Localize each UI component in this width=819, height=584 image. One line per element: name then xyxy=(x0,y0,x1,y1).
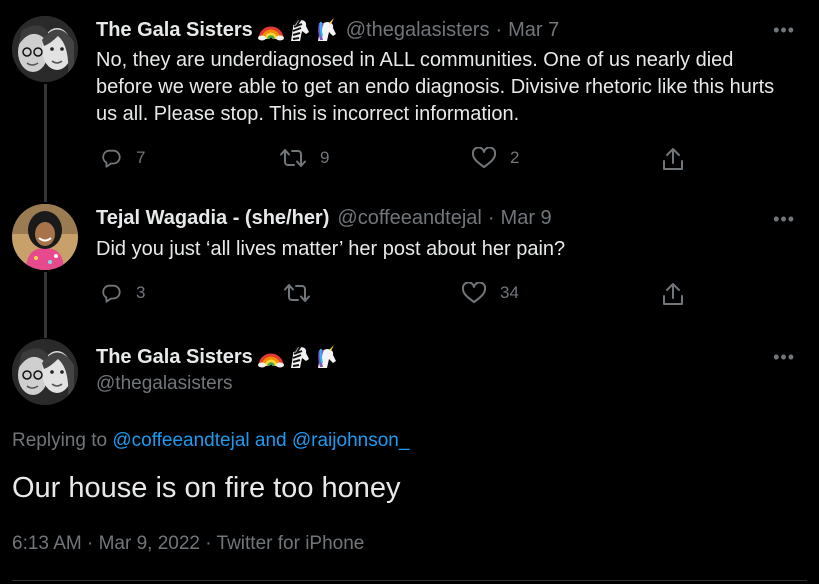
display-name[interactable]: The Gala Sisters xyxy=(96,346,253,369)
share-button[interactable] xyxy=(662,147,684,171)
handle[interactable]: @thegalasisters xyxy=(346,19,490,42)
focused-header: The Gala Sisters xyxy=(96,345,338,369)
avatar[interactable] xyxy=(12,204,78,270)
timestamp[interactable]: Mar 7 xyxy=(508,19,559,42)
reply-count: 7 xyxy=(136,148,146,167)
unicorn-emoji-icon xyxy=(312,18,338,42)
display-name[interactable]: Tejal Wagadia - (she/her) xyxy=(96,207,329,230)
rainbow-emoji-icon xyxy=(257,19,284,41)
share-button[interactable] xyxy=(662,282,684,306)
reply-button[interactable]: 3 xyxy=(100,282,145,304)
like-count: 2 xyxy=(510,148,520,167)
rainbow-emoji-icon xyxy=(257,346,284,368)
like-button[interactable]: 2 xyxy=(472,147,519,169)
like-count: 34 xyxy=(500,283,519,302)
separator-dot: · xyxy=(487,207,495,229)
thread-line xyxy=(44,272,47,338)
tweet-header: The Gala Sisters @thegalasisters · Mar 7 xyxy=(96,18,559,42)
timestamp[interactable]: Mar 9 xyxy=(501,207,552,230)
emoji-badges xyxy=(257,18,338,42)
more-options-icon[interactable]: ••• xyxy=(773,347,795,368)
more-options-icon[interactable]: ••• xyxy=(773,20,795,41)
more-options-icon[interactable]: ••• xyxy=(773,209,795,230)
like-button[interactable]: 34 xyxy=(462,282,519,304)
retweet-button[interactable]: 9 xyxy=(280,147,329,169)
handle[interactable]: @coffeeandtejal xyxy=(337,207,481,230)
handle[interactable]: @thegalasisters xyxy=(96,373,233,395)
retweet-button[interactable] xyxy=(284,282,324,304)
separator-dot: · xyxy=(495,18,503,41)
retweet-count: 9 xyxy=(320,148,330,167)
zebra-emoji-icon xyxy=(285,18,311,42)
zebra-emoji-icon xyxy=(285,345,311,369)
tweet-text: No, they are underdiagnosed in ALL commu… xyxy=(96,49,775,125)
tweet-actions: 3 34 xyxy=(96,280,696,310)
retweet-icon xyxy=(284,282,310,304)
retweet-icon xyxy=(280,147,306,169)
mention-link[interactable]: @raijohnson_ xyxy=(292,430,410,451)
share-icon xyxy=(662,282,684,306)
unicorn-emoji-icon xyxy=(312,345,338,369)
tweet-text: Our house is on fire too honey xyxy=(12,472,401,504)
reply-icon xyxy=(100,282,122,304)
avatar[interactable] xyxy=(12,16,78,82)
display-name[interactable]: The Gala Sisters xyxy=(96,19,253,42)
replying-to: Replying to @coffeeandtejal and @raijohn… xyxy=(12,430,409,452)
mention-conjunction: and xyxy=(254,430,287,451)
mention-link[interactable]: @coffeeandtejal xyxy=(112,430,249,451)
tweet-meta[interactable]: 6:13 AM · Mar 9, 2022 · Twitter for iPho… xyxy=(12,533,364,555)
emoji-badges xyxy=(257,345,338,369)
divider xyxy=(12,580,807,581)
reply-count: 3 xyxy=(136,283,146,302)
reply-button[interactable]: 7 xyxy=(100,147,145,169)
thread-line xyxy=(44,84,47,202)
tweet-text: Did you just ‘all lives matter’ her post… xyxy=(96,238,566,260)
share-icon xyxy=(662,147,684,171)
heart-icon xyxy=(462,282,486,304)
heart-icon xyxy=(472,147,496,169)
tweet-header: Tejal Wagadia - (she/her) @coffeeandteja… xyxy=(96,207,552,230)
tweet-actions: 7 9 2 xyxy=(96,145,696,175)
replying-to-label: Replying to xyxy=(12,430,108,451)
reply-icon xyxy=(100,147,122,169)
avatar[interactable] xyxy=(12,339,78,405)
